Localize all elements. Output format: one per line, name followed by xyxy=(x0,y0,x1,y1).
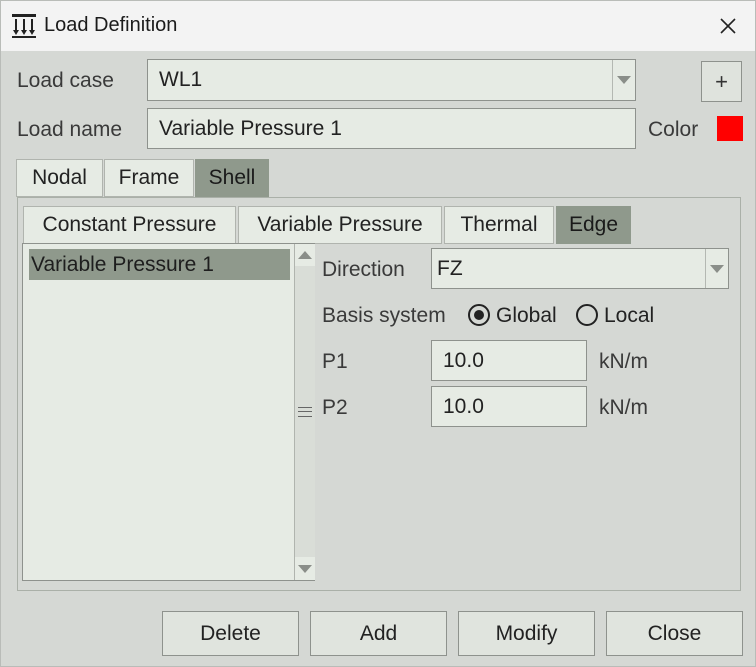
tab-edge-label: Edge xyxy=(568,213,619,236)
load-name-value: Variable Pressure 1 xyxy=(159,116,342,140)
p1-unit: kN/m xyxy=(599,350,648,373)
direction-value: FZ xyxy=(437,256,463,280)
p1-input[interactable]: 10.0 xyxy=(431,340,587,381)
load-icon xyxy=(12,14,36,38)
close-button-label: Close xyxy=(647,621,702,645)
add-button[interactable]: Add xyxy=(310,611,447,656)
close-icon xyxy=(720,18,736,34)
title-bar: Load Definition xyxy=(1,1,755,51)
p2-label: P2 xyxy=(322,396,348,419)
close-window-button[interactable] xyxy=(701,1,755,51)
load-case-combobox[interactable]: WL1 xyxy=(147,59,636,101)
tab-thermal-label: Thermal xyxy=(460,213,538,236)
color-swatch[interactable] xyxy=(717,116,743,141)
tab-constant-pressure-label: Constant Pressure xyxy=(42,213,217,236)
load-case-label: Load case xyxy=(17,69,114,92)
list-item[interactable]: Variable Pressure 1 xyxy=(29,249,290,280)
tab-shell-label: Shell xyxy=(208,166,256,189)
scroll-down-button[interactable] xyxy=(295,558,315,580)
p2-input[interactable]: 10.0 xyxy=(431,386,587,427)
window-title: Load Definition xyxy=(44,14,178,36)
tab-shell[interactable]: Shell xyxy=(195,159,269,197)
scroll-thumb[interactable] xyxy=(295,266,315,557)
direction-combobox[interactable]: FZ xyxy=(431,248,729,289)
load-name-label: Load name xyxy=(17,118,123,141)
basis-system-label: Basis system xyxy=(322,304,446,327)
add-button-label: Add xyxy=(359,621,398,645)
add-load-case-button[interactable]: + xyxy=(701,61,742,102)
radio-local[interactable] xyxy=(576,304,598,326)
delete-button[interactable]: Delete xyxy=(162,611,299,656)
list-scrollbar[interactable] xyxy=(294,244,315,580)
tab-variable-pressure-label: Variable Pressure xyxy=(257,213,423,236)
chevron-up-icon xyxy=(298,251,312,259)
delete-button-label: Delete xyxy=(200,621,261,645)
p2-value: 10.0 xyxy=(443,394,484,418)
direction-dropdown-button[interactable] xyxy=(705,249,728,288)
tab-edge[interactable]: Edge xyxy=(556,206,631,244)
chevron-down-icon xyxy=(617,76,631,84)
tab-nodal[interactable]: Nodal xyxy=(16,159,103,197)
radio-local-label[interactable]: Local xyxy=(604,304,654,328)
load-listbox[interactable]: Variable Pressure 1 xyxy=(22,243,315,581)
tab-variable-pressure[interactable]: Variable Pressure xyxy=(238,206,442,244)
direction-label: Direction xyxy=(322,258,405,281)
p1-label: P1 xyxy=(322,350,348,373)
load-case-value: WL1 xyxy=(159,68,203,91)
p1-value: 10.0 xyxy=(443,348,484,372)
tab-nodal-label: Nodal xyxy=(32,166,87,189)
tab-thermal[interactable]: Thermal xyxy=(444,206,554,244)
load-name-input[interactable]: Variable Pressure 1 xyxy=(147,108,636,149)
tab-frame[interactable]: Frame xyxy=(104,159,194,197)
radio-global[interactable] xyxy=(468,304,490,326)
chevron-down-icon xyxy=(298,565,312,573)
list-item-label: Variable Pressure 1 xyxy=(31,252,214,276)
load-case-dropdown-button[interactable] xyxy=(612,60,635,100)
chevron-down-icon xyxy=(710,264,724,273)
radio-global-label[interactable]: Global xyxy=(496,304,557,328)
tab-constant-pressure[interactable]: Constant Pressure xyxy=(23,206,236,244)
load-definition-dialog: Load Definition Load case WL1 + Load nam… xyxy=(0,0,756,667)
grip-icon xyxy=(298,406,312,417)
modify-button-label: Modify xyxy=(495,621,558,645)
tab-frame-label: Frame xyxy=(118,166,180,189)
modify-button[interactable]: Modify xyxy=(458,611,595,656)
scroll-up-button[interactable] xyxy=(295,244,315,266)
close-button[interactable]: Close xyxy=(606,611,743,656)
color-label: Color xyxy=(648,118,699,141)
p2-unit: kN/m xyxy=(599,396,648,419)
